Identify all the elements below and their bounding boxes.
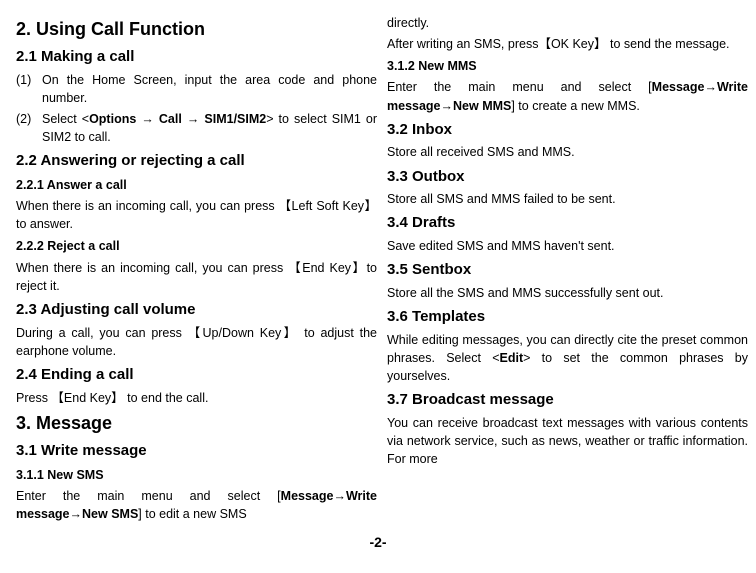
paragraph: Store all received SMS and MMS. bbox=[387, 143, 748, 161]
paragraph: After writing an SMS, press【OK Key】 to s… bbox=[387, 35, 748, 53]
arrow: → bbox=[333, 489, 346, 503]
bold: New MMS bbox=[453, 99, 511, 113]
list-number: (1) bbox=[16, 71, 42, 107]
paragraph: Store all the SMS and MMS successfully s… bbox=[387, 284, 748, 302]
heading: 3.3 Outbox bbox=[387, 166, 748, 188]
heading: 2. Using Call Function bbox=[16, 16, 377, 42]
text: Enter the main menu and select [ bbox=[387, 80, 652, 94]
page-number: -2- bbox=[0, 532, 756, 552]
heading: 2.2 Answering or rejecting a call bbox=[16, 150, 377, 172]
text: Select < bbox=[42, 112, 89, 126]
bold: New SMS bbox=[82, 507, 138, 521]
heading: 2.3 Adjusting call volume bbox=[16, 299, 377, 321]
heading: 2.2.1 Answer a call bbox=[16, 176, 377, 194]
list-item: (2) Select <Options → Call → SIM1/SIM2> … bbox=[16, 110, 377, 146]
arrow: → bbox=[704, 80, 717, 94]
paragraph: You can receive broadcast text messages … bbox=[387, 414, 748, 468]
bold: Message bbox=[281, 489, 334, 503]
heading: 3.4 Drafts bbox=[387, 212, 748, 234]
text: ] to edit a new SMS bbox=[138, 507, 246, 521]
paragraph: Save edited SMS and MMS haven't sent. bbox=[387, 237, 748, 255]
heading: 3.1.1 New SMS bbox=[16, 466, 377, 484]
bold: Options bbox=[89, 112, 136, 126]
arrow: → bbox=[441, 99, 454, 113]
list-text: On the Home Screen, input the area code … bbox=[42, 71, 377, 107]
heading: 2.2.2 Reject a call bbox=[16, 237, 377, 255]
heading: 2.4 Ending a call bbox=[16, 364, 377, 386]
heading: 3.1.2 New MMS bbox=[387, 57, 748, 75]
paragraph: Enter the main menu and select [Message→… bbox=[387, 78, 748, 114]
bold: Message bbox=[652, 80, 705, 94]
heading: 3.5 Sentbox bbox=[387, 259, 748, 281]
bold: Call bbox=[159, 112, 182, 126]
list-text: Select <Options → Call → SIM1/SIM2> to s… bbox=[42, 110, 377, 146]
heading: 3.6 Templates bbox=[387, 306, 748, 328]
paragraph: When there is an incoming call, you can … bbox=[16, 259, 377, 295]
paragraph: While editing messages, you can directly… bbox=[387, 331, 748, 385]
text: Enter the main menu and select [ bbox=[16, 489, 281, 503]
page-content: 2. Using Call Function 2.1 Making a call… bbox=[0, 0, 756, 530]
list-item: (1) On the Home Screen, input the area c… bbox=[16, 71, 377, 107]
text: ] to create a new MMS. bbox=[511, 99, 640, 113]
heading: 3.1 Write message bbox=[16, 440, 377, 462]
heading: 3.2 Inbox bbox=[387, 119, 748, 141]
text: → bbox=[136, 112, 159, 126]
left-column: 2. Using Call Function 2.1 Making a call… bbox=[16, 14, 377, 526]
arrow: → bbox=[70, 507, 83, 521]
paragraph: Store all SMS and MMS failed to be sent. bbox=[387, 190, 748, 208]
paragraph: When there is an incoming call, you can … bbox=[16, 197, 377, 233]
paragraph: During a call, you can press 【Up/Down Ke… bbox=[16, 324, 377, 360]
bold: Edit bbox=[500, 351, 524, 365]
paragraph: Press 【End Key】 to end the call. bbox=[16, 389, 377, 407]
bold: SIM1/SIM2 bbox=[204, 112, 266, 126]
list-number: (2) bbox=[16, 110, 42, 146]
text: → bbox=[182, 112, 205, 126]
paragraph: directly. bbox=[387, 14, 748, 32]
right-column: directly. After writing an SMS, press【OK… bbox=[387, 14, 748, 526]
heading: 3. Message bbox=[16, 410, 377, 436]
heading: 3.7 Broadcast message bbox=[387, 389, 748, 411]
heading: 2.1 Making a call bbox=[16, 46, 377, 68]
paragraph: Enter the main menu and select [Message→… bbox=[16, 487, 377, 523]
